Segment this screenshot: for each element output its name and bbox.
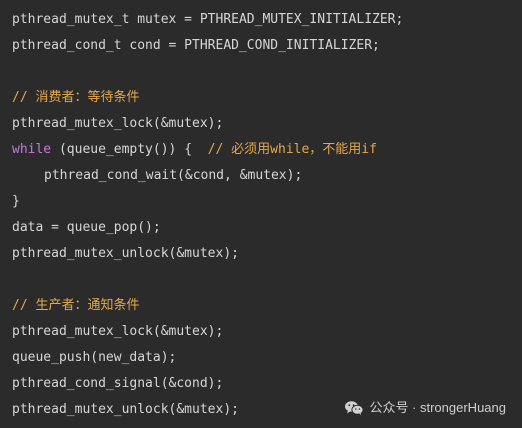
- code-line-producer-unlock: pthread_mutex_unlock(&mutex);: [12, 402, 239, 417]
- watermark: 公众号 · strongerHuang: [344, 398, 506, 418]
- while-keyword: while: [12, 142, 52, 157]
- code-line-consumer-lock: pthread_mutex_lock(&mutex);: [12, 116, 224, 131]
- producer-comment: // 生产者：通知条件: [12, 298, 140, 313]
- while-condition: (queue_empty()) {: [51, 142, 208, 157]
- code-line-queue-pop: data = queue_pop();: [12, 220, 161, 235]
- code-editor: pthread_mutex_t mutex = PTHREAD_MUTEX_IN…: [0, 0, 522, 428]
- code-line-cond-signal: pthread_cond_signal(&cond);: [12, 376, 224, 391]
- code-line-cond-decl: pthread_cond_t cond = PTHREAD_COND_INITI…: [12, 38, 380, 53]
- code-line-queue-push: queue_push(new_data);: [12, 350, 177, 365]
- code-line-close-brace: }: [12, 194, 20, 209]
- consumer-comment: // 消费者：等待条件: [12, 90, 140, 105]
- code-line-cond-wait: pthread_cond_wait(&cond, &mutex);: [44, 168, 303, 183]
- code-line-mutex-decl: pthread_mutex_t mutex = PTHREAD_MUTEX_IN…: [12, 12, 404, 27]
- code-line-while: while (queue_empty()) { // 必须用while，不能用i…: [12, 140, 377, 160]
- wechat-icon: [344, 400, 365, 416]
- code-line-producer-lock: pthread_mutex_lock(&mutex);: [12, 324, 224, 339]
- while-comment: // 必须用while，不能用if: [207, 142, 377, 157]
- code-line-consumer-unlock: pthread_mutex_unlock(&mutex);: [12, 246, 239, 261]
- watermark-text: 公众号 · strongerHuang: [369, 400, 506, 415]
